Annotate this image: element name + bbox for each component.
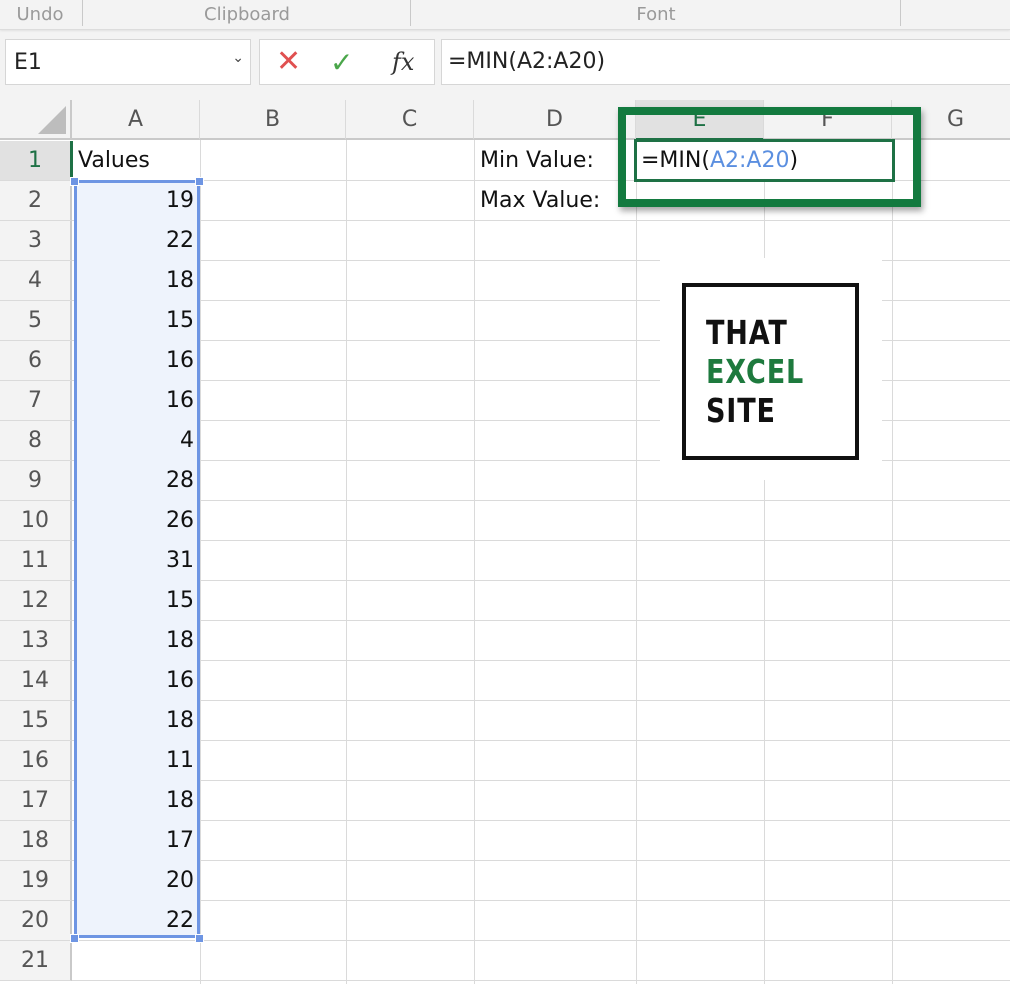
- cell-a16[interactable]: 11: [72, 741, 200, 781]
- row-header-9[interactable]: 9: [0, 461, 72, 501]
- row-header-14[interactable]: 14: [0, 661, 72, 701]
- gridline-column: [892, 140, 893, 984]
- cell-a10[interactable]: 26: [72, 501, 200, 541]
- cell-d2[interactable]: Max Value:: [474, 181, 600, 221]
- gridline-row: [72, 500, 1010, 501]
- row-header-15[interactable]: 15: [0, 701, 72, 741]
- row-header-3[interactable]: 3: [0, 221, 72, 261]
- gridline-row: [72, 620, 1010, 621]
- select-all-triangle-icon: [38, 106, 66, 134]
- insert-function-icon[interactable]: fx: [392, 48, 414, 76]
- chevron-down-icon[interactable]: ⌄: [232, 50, 244, 66]
- cell-a20[interactable]: 22: [72, 901, 200, 941]
- ribbon-group-font[interactable]: Font: [412, 0, 900, 26]
- cell-d1[interactable]: Min Value:: [474, 141, 594, 181]
- cell-a8[interactable]: 4: [72, 421, 200, 461]
- column-header-a[interactable]: A: [72, 100, 200, 140]
- column-header-d[interactable]: D: [474, 100, 636, 140]
- cell-a11[interactable]: 31: [72, 541, 200, 581]
- gridline-column: [636, 140, 637, 984]
- logo-line-excel: EXCEL: [706, 352, 805, 391]
- cell-a15[interactable]: 18: [72, 701, 200, 741]
- row-header-12[interactable]: 12: [0, 581, 72, 621]
- name-box[interactable]: E1 ⌄: [5, 39, 251, 85]
- cell-a5[interactable]: 15: [72, 301, 200, 341]
- row-header-2[interactable]: 2: [0, 181, 72, 221]
- cell-a7[interactable]: 16: [72, 381, 200, 421]
- cell-a12[interactable]: 15: [72, 581, 200, 621]
- formula-buttons: ✕ ✓ fx: [259, 39, 435, 85]
- name-box-value: E1: [14, 50, 42, 75]
- row-header-19[interactable]: 19: [0, 861, 72, 901]
- row-header-11[interactable]: 11: [0, 541, 72, 581]
- row-header-6[interactable]: 6: [0, 341, 72, 381]
- gridline-row: [72, 540, 1010, 541]
- cell-a4[interactable]: 18: [72, 261, 200, 301]
- gridline-row: [72, 980, 1010, 981]
- row-header-1[interactable]: 1: [0, 141, 73, 181]
- cell-a17[interactable]: 18: [72, 781, 200, 821]
- ribbon: Undo Clipboard Font: [0, 0, 1010, 30]
- cell-a18[interactable]: 17: [72, 821, 200, 861]
- ribbon-group-undo[interactable]: Undo: [0, 0, 80, 26]
- ribbon-separator: [82, 0, 83, 26]
- formula-bar-value: =MIN(A2:A20): [448, 49, 606, 74]
- row-header-13[interactable]: 13: [0, 621, 72, 661]
- enter-check-icon[interactable]: ✓: [330, 46, 353, 79]
- gridline-row: [72, 860, 1010, 861]
- gridline-row: [72, 580, 1010, 581]
- cell-a2[interactable]: 19: [72, 181, 200, 221]
- gridline-column: [200, 140, 201, 984]
- ribbon-group-clipboard[interactable]: Clipboard: [84, 0, 410, 26]
- row-header-8[interactable]: 8: [0, 421, 72, 461]
- gridline-row: [72, 820, 1010, 821]
- row-header-10[interactable]: 10: [0, 501, 72, 541]
- spreadsheet-grid[interactable]: A B C D E F G 1 2 3 4 5 6 7 8 9 10 11 12 13 14 15 16 17 18 19 20 21…: [0, 100, 1010, 984]
- row-header-5[interactable]: 5: [0, 301, 72, 341]
- cell-a3[interactable]: 22: [72, 221, 200, 261]
- gridline-column: [474, 140, 475, 984]
- gridline-row: [72, 780, 1010, 781]
- gridline-row: [72, 740, 1010, 741]
- cancel-x-icon[interactable]: ✕: [276, 44, 301, 79]
- column-header-c[interactable]: C: [346, 100, 474, 140]
- logo-line-site: SITE: [706, 391, 776, 430]
- row-header-7[interactable]: 7: [0, 381, 72, 421]
- row-header-18[interactable]: 18: [0, 821, 72, 861]
- column-header-b[interactable]: B: [200, 100, 346, 140]
- formula-bar-input[interactable]: =MIN(A2:A20): [441, 39, 1010, 85]
- row-header-16[interactable]: 16: [0, 741, 72, 781]
- select-all-corner[interactable]: [0, 100, 72, 140]
- ribbon-separator: [410, 0, 411, 26]
- gridline-row: [72, 940, 1010, 941]
- that-excel-site-logo: THAT EXCEL SITE: [682, 283, 859, 460]
- cell-a9[interactable]: 28: [72, 461, 200, 501]
- row-header-17[interactable]: 17: [0, 781, 72, 821]
- cell-a19[interactable]: 20: [72, 861, 200, 901]
- cell-a13[interactable]: 18: [72, 621, 200, 661]
- gridline-row: [72, 900, 1010, 901]
- gridline-column: [346, 140, 347, 984]
- gridline-row: [72, 660, 1010, 661]
- row-header-21[interactable]: 21: [0, 941, 72, 981]
- row-header-20[interactable]: 20: [0, 901, 72, 941]
- row-header-4[interactable]: 4: [0, 261, 72, 301]
- cell-a14[interactable]: 16: [72, 661, 200, 701]
- cell-a1[interactable]: Values: [72, 141, 200, 181]
- callout-highlight-box: [618, 107, 921, 207]
- cell-a6[interactable]: 16: [72, 341, 200, 381]
- logo-line-that: THAT: [706, 313, 788, 352]
- gridline-row: [72, 700, 1010, 701]
- ribbon-separator: [900, 0, 901, 26]
